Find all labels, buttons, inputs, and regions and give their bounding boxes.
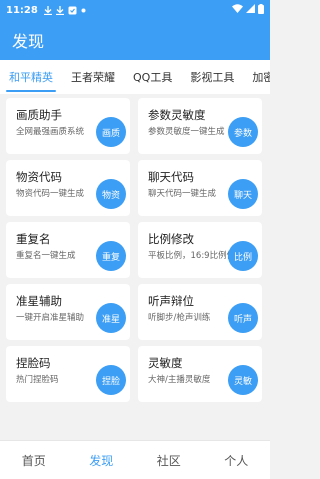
- system-icons: [232, 3, 264, 17]
- battery-icon: [258, 3, 264, 17]
- tab-heping-jingying[interactable]: 和平精英: [0, 60, 62, 94]
- tab-qq-tools[interactable]: QQ工具: [124, 60, 181, 94]
- status-bar: 11:28: [0, 0, 270, 20]
- nav-home[interactable]: 首页: [22, 452, 46, 469]
- tab-encryption-tools[interactable]: 加密工: [243, 60, 270, 94]
- status-time: 11:28: [6, 4, 38, 16]
- tab-wangzhe-rongyao[interactable]: 王者荣耀: [62, 60, 124, 94]
- crosshair-button[interactable]: 准星: [96, 303, 126, 333]
- tool-card-duplicate-name[interactable]: 重复名 重复名一键生成 重复: [6, 222, 130, 278]
- face-button[interactable]: 捏脸: [96, 365, 126, 395]
- category-tab-bar: 和平精英 王者荣耀 QQ工具 影视工具 加密工: [0, 60, 270, 94]
- tool-grid: 画质助手 全网最强画质系统 画质 参数灵敏度 参数灵敏度一键生成 参数 物资代码…: [6, 98, 264, 402]
- tool-card-crosshair-assist[interactable]: 准星辅助 一键开启准星辅助 准星: [6, 284, 130, 340]
- download-icon: [43, 5, 52, 15]
- ratio-button[interactable]: 比例: [228, 241, 258, 271]
- tool-card-sound-locate[interactable]: 听声辩位 听脚步/枪声训练 听声: [138, 284, 262, 340]
- nav-community[interactable]: 社区: [157, 452, 181, 469]
- sound-button[interactable]: 听声: [228, 303, 258, 333]
- supply-button[interactable]: 物资: [96, 179, 126, 209]
- download-icon: [55, 5, 64, 15]
- tool-card-ratio-change[interactable]: 比例修改 平板比例，16:9比例修改 比例: [138, 222, 262, 278]
- tool-card-face-code[interactable]: 捏脸码 热门捏脸码 捏脸: [6, 346, 130, 402]
- tool-card-sensitivity[interactable]: 灵敏度 大神/主播灵敏度 灵敏: [138, 346, 262, 402]
- tool-card-supply-code[interactable]: 物资代码 物资代码一键生成 物资: [6, 160, 130, 216]
- page-title: 发现: [12, 32, 45, 51]
- sensitivity-button[interactable]: 灵敏: [228, 365, 258, 395]
- tool-card-chat-code[interactable]: 聊天代码 聊天代码一键生成 聊天: [138, 160, 262, 216]
- params-button[interactable]: 参数: [228, 117, 258, 147]
- image-quality-button[interactable]: 画质: [96, 117, 126, 147]
- tool-card-sensitivity-params[interactable]: 参数灵敏度 参数灵敏度一键生成 参数: [138, 98, 262, 154]
- wifi-icon: [232, 4, 243, 16]
- tab-video-tools[interactable]: 影视工具: [181, 60, 243, 94]
- nav-discover[interactable]: 发现: [89, 452, 113, 469]
- app-bar: 发现: [0, 20, 270, 60]
- duplicate-button[interactable]: 重复: [96, 241, 126, 271]
- chat-button[interactable]: 聊天: [228, 179, 258, 209]
- signal-icon: [246, 4, 255, 16]
- notification-icons: [43, 5, 86, 15]
- nav-profile[interactable]: 个人: [224, 452, 248, 469]
- dot-icon: [81, 8, 86, 13]
- tool-card-image-quality[interactable]: 画质助手 全网最强画质系统 画质: [6, 98, 130, 154]
- app-notification-icon: [68, 6, 77, 15]
- bottom-nav: 首页 发现 社区 个人: [0, 440, 270, 479]
